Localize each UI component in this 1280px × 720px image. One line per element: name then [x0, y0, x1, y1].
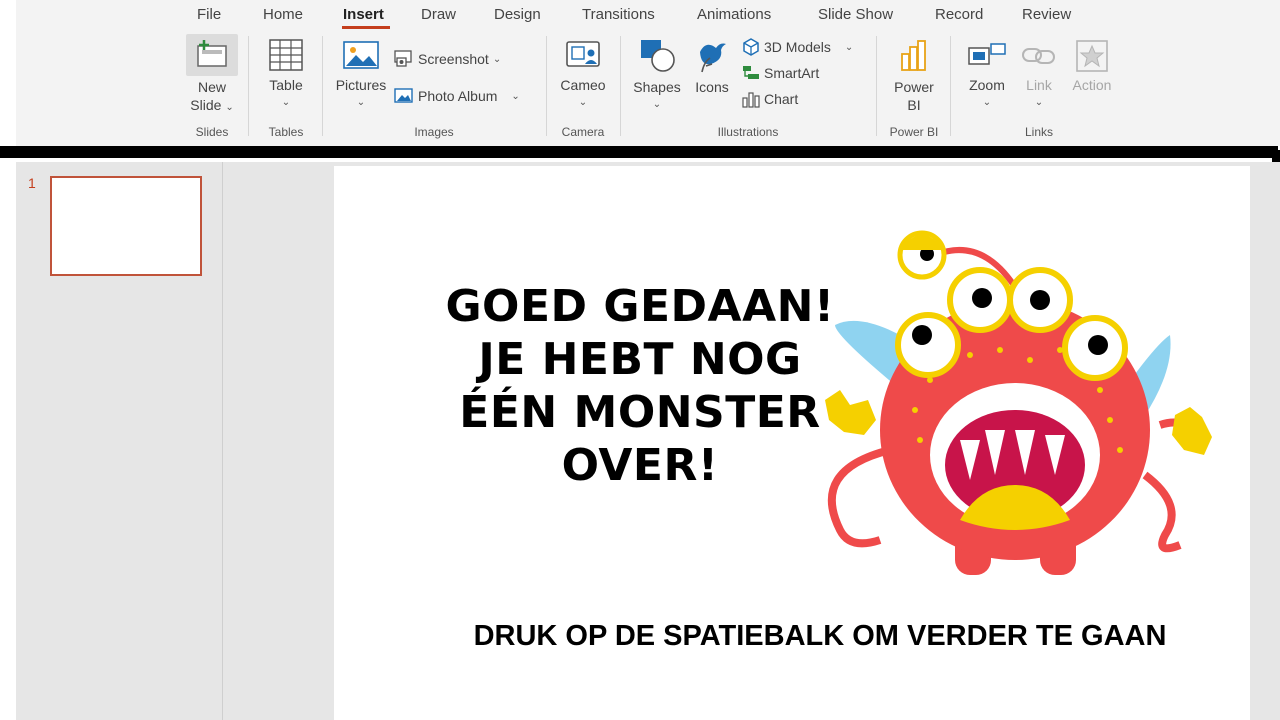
smartart-button[interactable]: SmartArt — [742, 64, 819, 82]
chart-icon — [742, 92, 760, 108]
group-label-images: Images — [414, 125, 454, 139]
group-separator — [876, 36, 877, 136]
pictures-button[interactable]: Pictures ⌄ — [330, 40, 392, 112]
cameo-button[interactable]: Cameo ⌄ — [554, 40, 612, 112]
photo-album-icon — [394, 88, 413, 103]
screenshot-label: Screenshot — [418, 51, 489, 67]
pictures-label: Pictures — [335, 77, 387, 93]
group-label-slides: Slides — [195, 125, 229, 139]
group-separator — [322, 36, 323, 136]
icons-button[interactable]: Icons — [690, 38, 734, 96]
tab-draw[interactable]: Draw — [421, 6, 456, 23]
link-label: Link — [1026, 77, 1052, 93]
chevron-down-icon: ⌄ — [1034, 97, 1044, 108]
table-icon — [269, 39, 303, 71]
chevron-down-icon: ⌄ — [492, 53, 502, 65]
group-separator — [620, 36, 621, 136]
chevron-down-icon: ⌄ — [356, 97, 366, 108]
monster-claw — [825, 390, 876, 435]
photo-album-label: Photo Album — [418, 88, 498, 104]
tab-design[interactable]: Design — [494, 6, 541, 23]
screenshot-icon — [394, 50, 412, 67]
monster-claw — [1172, 407, 1212, 455]
screenshot-button[interactable]: Screenshot ⌄ — [394, 49, 501, 69]
monster-arm — [827, 446, 891, 548]
power-bi-label-line1: Power — [894, 79, 934, 95]
chevron-down-icon: ⌄ — [281, 97, 291, 108]
tab-animations[interactable]: Animations — [697, 6, 771, 23]
power-bi-button[interactable]: Power BI — [886, 38, 942, 114]
tab-home[interactable]: Home — [263, 6, 303, 23]
group-separator — [546, 36, 547, 136]
chart-button[interactable]: Chart — [742, 90, 798, 108]
new-slide-button[interactable] — [186, 38, 238, 76]
link-button[interactable]: Link ⌄ — [1016, 40, 1062, 112]
tab-record[interactable]: Record — [935, 6, 983, 23]
link-icon — [1022, 48, 1055, 64]
new-slide-label-line2: Slide ⌄ — [186, 96, 238, 117]
icons-icon — [700, 43, 726, 73]
3d-models-button[interactable]: 3D Models ⌄ — [742, 38, 853, 56]
group-separator — [950, 36, 951, 136]
shapes-label: Shapes — [633, 79, 681, 95]
table-button[interactable]: Table ⌄ — [258, 38, 314, 112]
power-bi-icon — [901, 40, 926, 71]
slide-number: 1 — [28, 175, 36, 191]
tab-insert[interactable]: Insert — [343, 6, 384, 23]
slide-instruction[interactable]: DRUK OP DE SPATIEBALK OM VERDER TE GAAN — [440, 620, 1200, 653]
divider-bar — [0, 146, 1278, 158]
group-label-camera: Camera — [561, 125, 605, 139]
monster-illustration[interactable] — [800, 220, 1230, 590]
group-label-tables: Tables — [268, 125, 304, 139]
action-button[interactable]: Action — [1066, 40, 1118, 94]
group-label-links: Links — [1024, 125, 1053, 139]
cameo-label: Cameo — [560, 77, 606, 93]
action-star-icon — [1076, 40, 1108, 72]
table-label: Table — [269, 77, 303, 93]
photo-album-button[interactable]: Photo Album ⌄ — [394, 86, 520, 106]
active-tab-indicator — [342, 26, 390, 29]
zoom-label: Zoom — [969, 77, 1005, 93]
chevron-down-icon: ⌄ — [578, 97, 588, 108]
tab-file[interactable]: File — [197, 6, 221, 23]
tab-review[interactable]: Review — [1022, 6, 1071, 23]
chevron-down-icon: ⌄ — [844, 41, 854, 53]
editor-scroll-edge — [1250, 210, 1280, 720]
chevron-down-icon: ⌄ — [511, 90, 520, 102]
icons-label: Icons — [695, 79, 729, 95]
shapes-button[interactable]: Shapes ⌄ — [628, 38, 686, 114]
smartart-label: SmartArt — [764, 65, 820, 81]
new-slide-label-line1: New — [197, 79, 226, 95]
group-separator — [248, 36, 249, 136]
pictures-icon — [343, 41, 379, 69]
chevron-down-icon: ⌄ — [225, 102, 234, 113]
chevron-down-icon: ⌄ — [652, 99, 662, 110]
shapes-icon — [641, 40, 675, 72]
chevron-down-icon: ⌄ — [982, 97, 992, 108]
new-slide-icon — [197, 40, 227, 67]
zoom-icon — [968, 43, 1006, 65]
power-bi-label-line2: BI — [907, 97, 921, 113]
new-slide-label-line2-text: Slide — [190, 97, 222, 113]
smartart-icon — [743, 66, 759, 79]
chart-label: Chart — [764, 91, 799, 107]
new-slide-label[interactable]: New Slide ⌄ — [186, 78, 238, 117]
3d-models-label: 3D Models — [764, 39, 831, 55]
tab-transitions[interactable]: Transitions — [582, 6, 655, 23]
cube-icon — [743, 38, 759, 56]
group-label-power-bi: Power BI — [889, 125, 939, 139]
action-label: Action — [1072, 77, 1112, 93]
cameo-icon — [566, 41, 600, 67]
group-label-illustrations: Illustrations — [717, 125, 779, 139]
slide-thumbnail[interactable] — [50, 176, 202, 276]
tab-slide-show[interactable]: Slide Show — [818, 6, 893, 23]
monster-eye — [895, 312, 961, 378]
zoom-button[interactable]: Zoom ⌄ — [960, 40, 1014, 112]
